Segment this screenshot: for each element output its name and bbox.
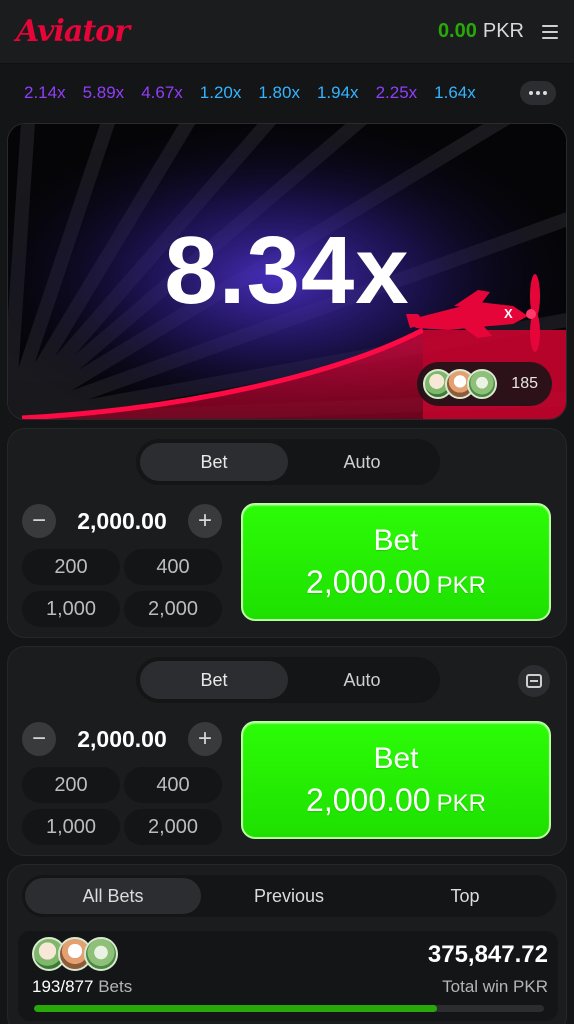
balance-currency: PKR (482, 20, 524, 42)
bet-button-label: Bet (373, 741, 419, 775)
tab-auto[interactable]: Auto (288, 661, 436, 699)
bet-amount-stepper: − 2,000.00 + (22, 719, 222, 759)
history-multiplier: 2.25x (375, 83, 418, 102)
current-multiplier: 8.34x (164, 217, 410, 324)
history-multiplier: 1.94x (316, 83, 359, 102)
quick-amounts: 1,000 2,000 (22, 809, 222, 845)
bet-amount-value[interactable]: 2,000.00 (56, 508, 188, 535)
bet-button-value: 2,000.00 (306, 563, 431, 600)
remove-panel-icon[interactable] (518, 665, 550, 697)
quick-amount-button[interactable]: 1,000 (22, 591, 120, 627)
decrease-amount-button[interactable]: − (22, 504, 56, 538)
quick-amount-button[interactable]: 2,000 (124, 809, 222, 845)
bets-summary: 193/877 Bets 375,847.72 Total win PKR (18, 931, 558, 1021)
player-avatars (423, 369, 498, 399)
quick-amount-button[interactable]: 1,000 (22, 809, 120, 845)
more-history-button[interactable] (520, 81, 556, 105)
aviator-logo: Aviator (16, 14, 130, 49)
bets-section: All Bets Previous Top 193/877 Bets 375,8… (7, 864, 567, 1024)
avatar (84, 937, 118, 971)
bet-amount-value[interactable]: 2,000.00 (56, 726, 188, 753)
bet-button-label: Bet (373, 523, 419, 557)
bet-button-amount: 2,000.00 PKR (306, 564, 486, 601)
tab-top[interactable]: Top (377, 878, 553, 914)
bet-button-amount: 2,000.00 PKR (306, 782, 486, 819)
history-multiplier: 2.14x (24, 83, 66, 102)
tab-auto[interactable]: Auto (288, 443, 436, 481)
history-multiplier: 5.89x (82, 83, 125, 102)
tab-previous[interactable]: Previous (201, 878, 377, 914)
players-count: 185 (511, 375, 538, 392)
bet-mode-switcher: Bet Auto (136, 439, 440, 485)
bets-tabs: All Bets Previous Top (22, 875, 556, 917)
bet-button-value: 2,000.00 (306, 781, 431, 818)
quick-amount-button[interactable]: 200 (22, 549, 120, 585)
bet-panel-1: Bet Auto − 2,000.00 + 200 400 1,000 2,00… (7, 428, 567, 638)
bet-button-currency: PKR (436, 571, 486, 599)
bet-button-currency: PKR (436, 789, 486, 817)
bets-count-label: Bets (98, 977, 133, 996)
top-bar: Aviator 0.00 PKR (0, 0, 574, 64)
bets-count-value: 193/877 (32, 977, 94, 996)
total-win-value: 375,847.72 (427, 941, 548, 968)
history-multiplier: 1.64x (434, 83, 476, 102)
quick-amount-button[interactable]: 200 (22, 767, 120, 803)
online-players[interactable]: 185 (417, 362, 552, 406)
tab-bet[interactable]: Bet (140, 661, 288, 699)
game-canvas: X 8.34x 185 (7, 123, 567, 420)
total-win-label: Total win PKR (442, 977, 548, 996)
avatar (467, 369, 498, 399)
bettor-avatars (32, 937, 118, 971)
tab-all-bets[interactable]: All Bets (25, 878, 201, 914)
place-bet-button[interactable]: Bet 2,000.00 PKR (241, 503, 551, 621)
multiplier-history: 2.14x 5.89x 4.67x 1.20x 1.80x 1.94x 2.25… (0, 64, 574, 122)
increase-amount-button[interactable]: + (188, 722, 222, 756)
quick-amount-button[interactable]: 400 (124, 767, 222, 803)
quick-amounts: 1,000 2,000 (22, 591, 222, 627)
bet-panel-2: Bet Auto − 2,000.00 + 200 400 1,000 2,00… (7, 646, 567, 856)
tab-bet[interactable]: Bet (140, 443, 288, 481)
quick-amounts: 200 400 (22, 549, 222, 585)
balance: 0.00 PKR (438, 20, 524, 43)
history-multiplier: 1.80x (258, 83, 300, 102)
history-multiplier: 4.67x (141, 83, 183, 102)
decrease-amount-button[interactable]: − (22, 722, 56, 756)
bet-amount-stepper: − 2,000.00 + (22, 501, 222, 541)
quick-amounts: 200 400 (22, 767, 222, 803)
hamburger-menu-icon[interactable] (542, 24, 558, 39)
bets-count: 193/877 Bets (32, 977, 132, 997)
quick-amount-button[interactable]: 400 (124, 549, 222, 585)
bet-mode-switcher: Bet Auto (136, 657, 440, 703)
increase-amount-button[interactable]: + (188, 504, 222, 538)
history-multiplier: 1.20x (199, 83, 242, 102)
balance-amount: 0.00 (437, 20, 477, 42)
bets-progress-fill (34, 1005, 437, 1012)
quick-amount-button[interactable]: 2,000 (124, 591, 222, 627)
bets-progress-bar (34, 1005, 544, 1012)
place-bet-button[interactable]: Bet 2,000.00 PKR (241, 721, 551, 839)
